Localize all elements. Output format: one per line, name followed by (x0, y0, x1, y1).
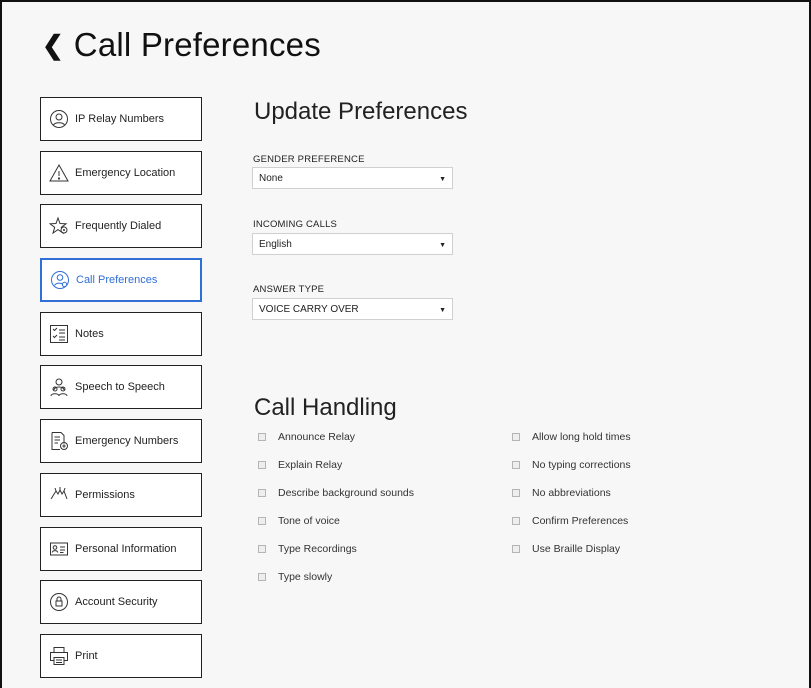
checkbox-describe-background-sounds[interactable]: Describe background sounds (258, 487, 414, 499)
incoming-calls-select[interactable]: English ▼ (252, 233, 453, 255)
gender-preference-label: GENDER PREFERENCE (253, 154, 365, 165)
checkbox[interactable] (512, 461, 520, 469)
checkbox-label: Explain Relay (278, 459, 343, 471)
gender-preference-select[interactable]: None ▼ (252, 167, 453, 189)
checkbox[interactable] (258, 573, 266, 581)
checkbox[interactable] (512, 433, 520, 441)
checkbox-use-braille-display[interactable]: Use Braille Display (512, 543, 620, 555)
answer-type-label: ANSWER TYPE (253, 284, 325, 295)
document-plus-icon (51, 432, 68, 450)
checkbox[interactable] (258, 461, 266, 469)
sidebar-item-label: IP Relay Numbers (75, 113, 165, 125)
hand-icon (50, 487, 68, 500)
page-header: ❮ Call Preferences (42, 26, 321, 64)
select-value: VOICE CARRY OVER (259, 303, 359, 315)
sidebar-item-frequently-dialed[interactable]: Frequently Dialed (40, 204, 202, 248)
sidebar-item-notes[interactable]: Notes (40, 312, 202, 356)
checklist-icon (50, 325, 68, 343)
warning-triangle-icon (49, 163, 69, 182)
sidebar-item-label: Speech to Speech (75, 381, 165, 393)
sidebar-item-label: Notes (75, 328, 104, 340)
chevron-left-icon[interactable]: ❮ (42, 32, 64, 58)
sidebar-item-account-security[interactable]: Account Security (40, 580, 202, 624)
checkbox[interactable] (258, 489, 266, 497)
sidebar-item-emergency-numbers[interactable]: Emergency Numbers (40, 419, 202, 463)
checkbox[interactable] (512, 489, 520, 497)
checkbox[interactable] (258, 433, 266, 441)
checkbox-label: Type Recordings (278, 543, 357, 555)
sidebar-item-call-preferences[interactable]: Call Preferences (40, 258, 202, 302)
checkbox-no-abbreviations[interactable]: No abbreviations (512, 487, 611, 499)
user-gear-icon (51, 271, 69, 289)
sidebar-item-speech-to-speech[interactable]: Speech to Speech (40, 365, 202, 409)
answer-type-select[interactable]: VOICE CARRY OVER ▼ (252, 298, 453, 320)
select-value: None (259, 172, 283, 184)
checkbox-label: Confirm Preferences (532, 515, 629, 527)
checkbox-label: Tone of voice (278, 515, 340, 527)
caret-down-icon: ▼ (439, 176, 446, 183)
sidebar-item-print[interactable]: Print (40, 634, 202, 678)
checkbox-label: Type slowly (278, 571, 333, 583)
user-circle-icon (50, 110, 68, 128)
sidebar-item-label: Personal Information (75, 543, 177, 555)
sidebar-item-label: Frequently Dialed (75, 220, 162, 232)
checkbox-label: Allow long hold times (532, 431, 631, 443)
checkbox-label: Use Braille Display (532, 543, 621, 555)
sidebar-item-emergency-location[interactable]: Emergency Location (40, 151, 202, 195)
checkbox-allow-long-hold-times[interactable]: Allow long hold times (512, 431, 631, 443)
checkbox[interactable] (512, 545, 520, 553)
checkbox-type-slowly[interactable]: Type slowly (258, 571, 332, 583)
select-value: English (259, 238, 292, 250)
sidebar-item-label: Call Preferences (76, 274, 158, 286)
update-preferences-title: Update Preferences (254, 98, 468, 125)
checkbox-explain-relay[interactable]: Explain Relay (258, 459, 342, 471)
id-card-icon (50, 542, 68, 556)
call-handling-title: Call Handling (254, 394, 397, 421)
checkbox[interactable] (258, 517, 266, 525)
incoming-calls-label: INCOMING CALLS (253, 219, 338, 230)
checkbox-label: Describe background sounds (278, 487, 414, 499)
sidebar-item-permissions[interactable]: Permissions (40, 473, 202, 517)
sidebar-item-label: Emergency Numbers (75, 435, 179, 447)
sidebar-item-label: Emergency Location (75, 167, 176, 179)
sidebar-item-label: Permissions (75, 489, 135, 501)
checkbox[interactable] (258, 545, 266, 553)
checkbox-label: No typing corrections (532, 459, 631, 471)
checkbox[interactable] (512, 517, 520, 525)
caret-down-icon: ▼ (439, 307, 446, 314)
checkbox-no-typing-corrections[interactable]: No typing corrections (512, 459, 631, 471)
app-frame: ❮ Call Preferences IP Relay Numbers Emer… (0, 0, 811, 688)
checkbox-type-recordings[interactable]: Type Recordings (258, 543, 357, 555)
lock-icon (50, 593, 68, 611)
checkbox-announce-relay[interactable]: Announce Relay (258, 431, 355, 443)
sidebar-item-label: Print (75, 650, 98, 662)
caret-down-icon: ▼ (439, 242, 446, 249)
star-icon (49, 216, 68, 235)
page-title: Call Preferences (73, 26, 321, 63)
sidebar-item-personal-information[interactable]: Personal Information (40, 527, 202, 571)
printer-icon (50, 647, 68, 665)
checkbox-tone-of-voice[interactable]: Tone of voice (258, 515, 340, 527)
checkbox-label: Announce Relay (278, 431, 356, 443)
sidebar-item-ip-relay-numbers[interactable]: IP Relay Numbers (40, 97, 202, 141)
checkbox-label: No abbreviations (532, 487, 611, 499)
people-icon (50, 378, 68, 397)
sidebar-item-label: Account Security (75, 596, 158, 608)
checkbox-confirm-preferences[interactable]: Confirm Preferences (512, 515, 628, 527)
